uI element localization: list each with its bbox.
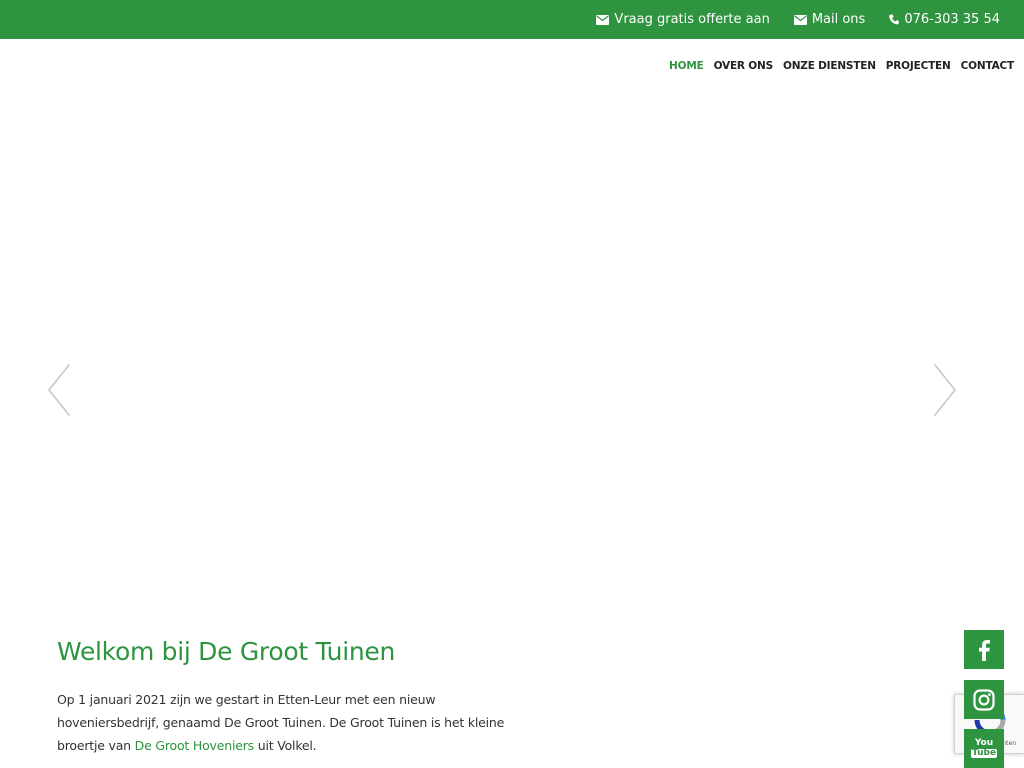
phone-link[interactable]: 076-303 35 54: [889, 12, 1000, 27]
youtube-label-top: You: [974, 738, 994, 748]
youtube-label-bottom: Tube: [970, 748, 998, 758]
intro-text-end: uit Volkel.: [253, 738, 317, 753]
slider-next-button[interactable]: [929, 362, 959, 418]
top-contact-bar: Vraag gratis offerte aan Mail ons 076-30…: [0, 0, 1024, 39]
request-quote-link[interactable]: Vraag gratis offerte aan: [596, 12, 770, 27]
instagram-icon: [973, 688, 995, 711]
request-quote-label: Vraag gratis offerte aan: [614, 12, 770, 27]
phone-icon: [889, 14, 900, 25]
youtube-button[interactable]: You Tube: [964, 729, 1004, 768]
nav-item-projecten[interactable]: PROJECTEN: [886, 60, 951, 72]
facebook-button[interactable]: [964, 630, 1004, 669]
nav-item-onze-diensten[interactable]: ONZE DIENSTEN: [783, 60, 876, 72]
nav-item-over-ons[interactable]: OVER ONS: [714, 60, 774, 72]
envelope-icon: [793, 14, 807, 25]
slider-prev-button[interactable]: [45, 362, 75, 418]
mail-us-link[interactable]: Mail ons: [793, 12, 866, 27]
chevron-right-icon: [930, 362, 957, 418]
nav-item-home[interactable]: HOME: [669, 60, 704, 72]
mail-us-label: Mail ons: [811, 12, 866, 27]
phone-label: 076-303 35 54: [904, 12, 1000, 27]
youtube-icon: You Tube: [970, 738, 998, 758]
intro-paragraph: Op 1 januari 2021 zijn we gestart in Ett…: [57, 688, 507, 757]
envelope-icon: [596, 14, 610, 25]
hero-slider: [0, 90, 1024, 610]
welcome-heading: Welkom bij De Groot Tuinen: [57, 637, 396, 666]
main-navigation: HOME OVER ONS ONZE DIENSTEN PROJECTEN CO…: [669, 60, 1014, 72]
de-groot-hoveniers-link[interactable]: De Groot Hoveniers: [135, 738, 254, 753]
facebook-icon: [979, 639, 990, 661]
chevron-left-icon: [47, 362, 74, 418]
instagram-button[interactable]: [964, 680, 1004, 719]
nav-item-contact[interactable]: CONTACT: [961, 60, 1015, 72]
